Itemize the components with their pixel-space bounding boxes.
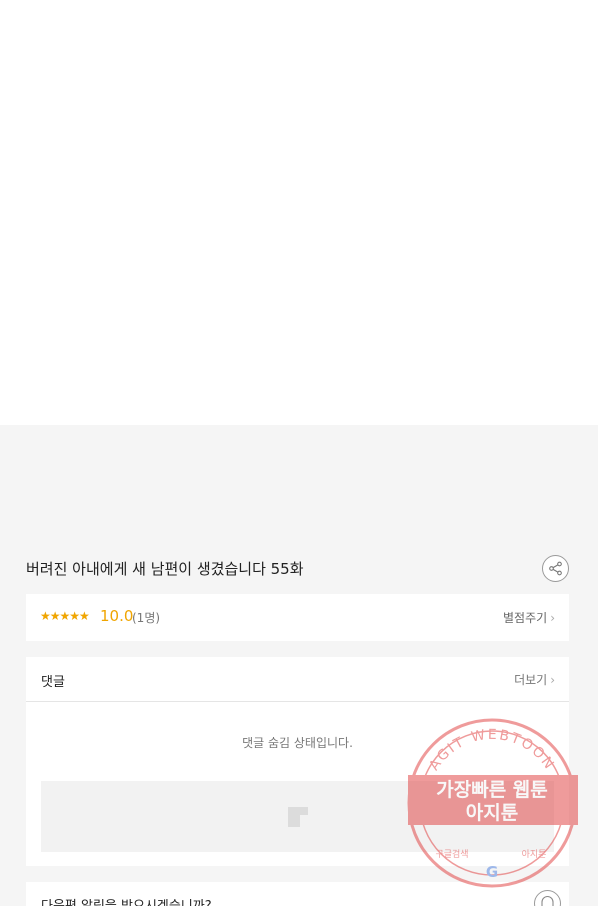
comment-more-button[interactable]: 더보기 › (514, 671, 555, 688)
content-area (0, 0, 598, 425)
rating-score: 10.0 (100, 607, 134, 625)
rate-button-label: 별점주기 (503, 611, 548, 625)
chevron-right-icon: › (550, 673, 555, 687)
rating-count: (1명) (132, 611, 161, 625)
comment-more-label: 더보기 (514, 673, 548, 687)
comment-section: 댓글 더보기 › 댓글 숨김 상태입니다. (26, 657, 569, 866)
bell-icon (541, 896, 554, 906)
rating-bar: ★★★★★ 10.0 (1명) 별점주기 › (26, 594, 569, 641)
notify-button[interactable] (534, 890, 561, 906)
notify-text: 다음편 알림을 받으시겠습니까? (41, 895, 212, 906)
image-placeholder-icon (287, 806, 308, 827)
comment-input-area[interactable] (41, 781, 554, 852)
notify-bar: 다음편 알림을 받으시겠습니까? (26, 882, 569, 906)
episode-title: 버려진 아내에게 새 남편이 생겼습니다 55화 (26, 560, 304, 578)
rate-button[interactable]: 별점주기 › (503, 609, 555, 626)
chevron-right-icon: › (550, 611, 555, 625)
comment-header: 댓글 더보기 › (26, 657, 569, 702)
rating-stars: ★★★★★ (40, 609, 90, 623)
share-button[interactable] (542, 555, 569, 582)
share-icon (549, 561, 562, 576)
comment-hidden-message: 댓글 숨김 상태입니다. (242, 736, 353, 750)
comment-title: 댓글 (41, 675, 65, 690)
